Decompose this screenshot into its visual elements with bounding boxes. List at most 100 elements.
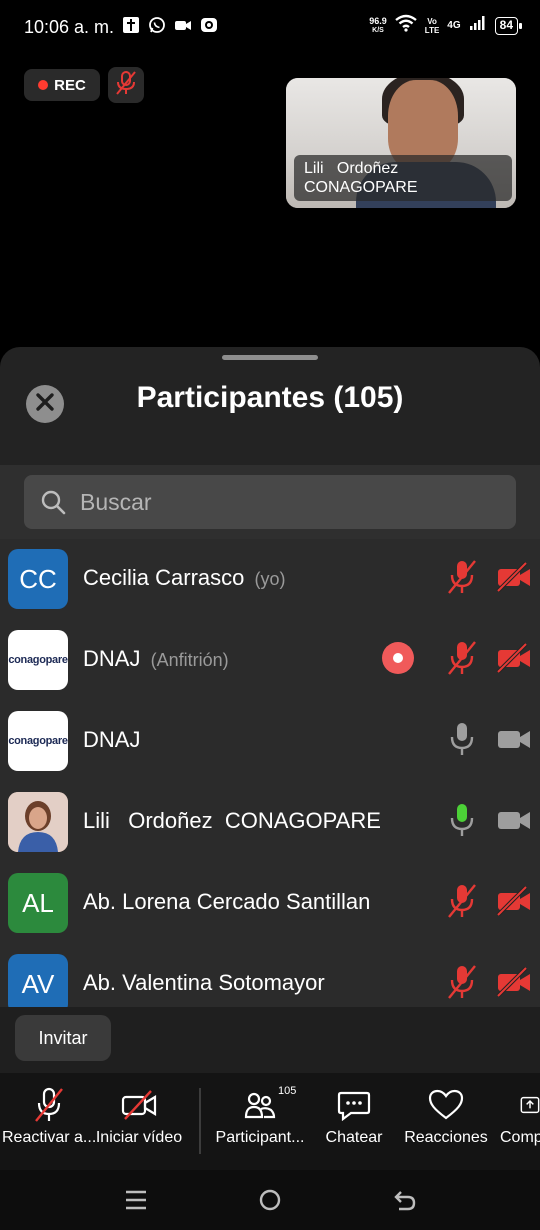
- participant-row[interactable]: AV Ab. Valentina Sotomayor: [0, 944, 540, 1007]
- system-nav-bar: [0, 1170, 540, 1230]
- chat-label: Chatear: [325, 1129, 383, 1146]
- home-circle-icon: [259, 1189, 281, 1211]
- meeting-mic-muted-indicator[interactable]: [108, 67, 144, 103]
- reactions-label: Reacciones: [404, 1129, 488, 1146]
- mic-icon[interactable]: [444, 721, 480, 757]
- participant-name: Ab. Lorena Cercado Santillan: [83, 889, 371, 914]
- unmute-button[interactable]: Reactivar a...: [2, 1087, 96, 1147]
- volte-bottom: LTE: [424, 25, 440, 35]
- participant-name-block: DNAJ: [83, 727, 140, 753]
- mic-muted-icon[interactable]: [444, 883, 480, 919]
- participant-row[interactable]: AL Ab. Lorena Cercado Santillan: [0, 863, 540, 944]
- mic-muted-icon[interactable]: [444, 964, 480, 1000]
- network-speed-value: 96.9: [369, 15, 387, 26]
- participants-panel: Participantes (105) CC Cecilia Carrasco …: [0, 347, 540, 1073]
- home-button[interactable]: [255, 1188, 285, 1212]
- panel-drag-handle[interactable]: [222, 355, 318, 360]
- participant-status-icons: [382, 640, 532, 676]
- status-notification-icons: [122, 16, 218, 34]
- video-off-icon[interactable]: [496, 640, 532, 676]
- signal-icon: [469, 15, 487, 36]
- video-icon[interactable]: [496, 721, 532, 757]
- avatar: conagopare: [8, 711, 68, 771]
- participant-status-icons: [444, 883, 532, 919]
- mic-muted-icon[interactable]: [444, 640, 480, 676]
- video-icon[interactable]: [496, 802, 532, 838]
- video-camera-icon: [174, 16, 192, 34]
- start-video-button[interactable]: Iniciar vídeo: [94, 1087, 184, 1147]
- video-off-icon[interactable]: [496, 559, 532, 595]
- participants-label: Participant...: [215, 1129, 305, 1146]
- participant-row[interactable]: CC Cecilia Carrasco (yo): [0, 539, 540, 620]
- participants-button[interactable]: 105 Participant...: [212, 1085, 308, 1147]
- panel-title: Participantes (105): [136, 381, 404, 414]
- participant-row[interactable]: conagopare DNAJ (Anfitrión): [0, 620, 540, 701]
- status-time: 10:06 a. m.: [24, 17, 115, 37]
- status-bar: 10:06 a. m. 96.9 K/S Vo LTE 4G 84: [0, 0, 540, 56]
- chat-icon: [320, 1087, 388, 1123]
- participant-name: Ab. Valentina Sotomayor: [83, 970, 325, 995]
- participant-role: (Anfitrión): [150, 650, 229, 670]
- participant-name: Lili Ordoñez CONAGOPARE: [83, 808, 381, 833]
- network-type: 4G: [447, 20, 461, 31]
- participants-list[interactable]: CC Cecilia Carrasco (yo) conagopare DNAJ: [0, 539, 540, 1007]
- share-screen-icon: [500, 1087, 540, 1123]
- meeting-toolbar: Reactivar a... Iniciar vídeo 105 Partici…: [0, 1073, 540, 1170]
- heart-icon: [402, 1087, 490, 1123]
- invite-button[interactable]: Invitar: [15, 1015, 111, 1061]
- share-label: Comp: [500, 1129, 540, 1146]
- participant-status-icons: [444, 721, 532, 757]
- mic-muted-icon: [114, 70, 138, 101]
- share-button[interactable]: Comp: [500, 1087, 540, 1147]
- participant-name: DNAJ: [83, 646, 141, 671]
- profile-photo: [8, 792, 68, 852]
- status-system-icons: 96.9 K/S Vo LTE 4G 84: [369, 14, 523, 37]
- video-off-icon[interactable]: [496, 883, 532, 919]
- avatar: AL: [8, 873, 68, 933]
- mic-muted-icon[interactable]: [444, 559, 480, 595]
- participants-icon: 105: [212, 1085, 308, 1123]
- unmute-label: Reactivar a...: [2, 1129, 96, 1146]
- cross-app-icon: [122, 16, 140, 34]
- menu-icon: [126, 1190, 146, 1210]
- reactions-button[interactable]: Reacciones: [402, 1087, 490, 1147]
- avatar: CC: [8, 549, 68, 609]
- recording-badge-icon: [382, 642, 414, 674]
- conagopare-logo: conagopare: [8, 654, 68, 666]
- video-off-icon[interactable]: [496, 964, 532, 1000]
- chat-button[interactable]: Chatear: [320, 1087, 388, 1147]
- participant-row[interactable]: Lili Ordoñez CONAGOPARE: [0, 782, 540, 863]
- back-button[interactable]: [390, 1188, 420, 1212]
- participant-name: DNAJ: [83, 727, 141, 752]
- start-video-label: Iniciar vídeo: [95, 1129, 183, 1146]
- search-box[interactable]: [24, 475, 516, 529]
- volte-top: Vo: [427, 16, 437, 26]
- video-name-label: Lili Ordoñez CONAGOPARE: [294, 155, 512, 201]
- avatar: AV: [8, 954, 68, 1007]
- network-speed-unit: K/S: [372, 26, 384, 34]
- active-speaker-video[interactable]: Lili Ordoñez CONAGOPARE: [286, 78, 516, 208]
- recording-indicator[interactable]: REC: [24, 69, 100, 101]
- battery-indicator: 84: [494, 16, 523, 35]
- search-icon: [40, 489, 66, 515]
- participant-status-icons: [444, 802, 532, 838]
- whatsapp-icon: [148, 16, 166, 34]
- participant-row[interactable]: conagopare DNAJ: [0, 701, 540, 782]
- search-input[interactable]: [80, 488, 480, 516]
- network-speed: 96.9 K/S: [369, 16, 387, 36]
- mic-active-icon[interactable]: [444, 802, 480, 838]
- back-arrow-icon: [394, 1191, 416, 1211]
- video-name-line1: Lili Ordoñez: [304, 160, 399, 177]
- participant-name-block: Ab. Valentina Sotomayor: [83, 970, 325, 996]
- volte-indicator: Vo LTE: [425, 17, 440, 35]
- video-name-line2: CONAGOPARE: [304, 179, 418, 196]
- wifi-icon: [395, 14, 417, 37]
- participant-name-block: Lili Ordoñez CONAGOPARE: [83, 808, 381, 834]
- search-bar-area: [0, 465, 540, 539]
- participant-name-block: Ab. Lorena Cercado Santillan: [83, 889, 370, 915]
- recording-dot-icon: [38, 80, 49, 90]
- screen-record-icon: [200, 16, 218, 34]
- participant-status-icons: [444, 964, 532, 1000]
- recent-apps-button[interactable]: [121, 1188, 151, 1212]
- conagopare-logo: conagopare: [8, 735, 68, 747]
